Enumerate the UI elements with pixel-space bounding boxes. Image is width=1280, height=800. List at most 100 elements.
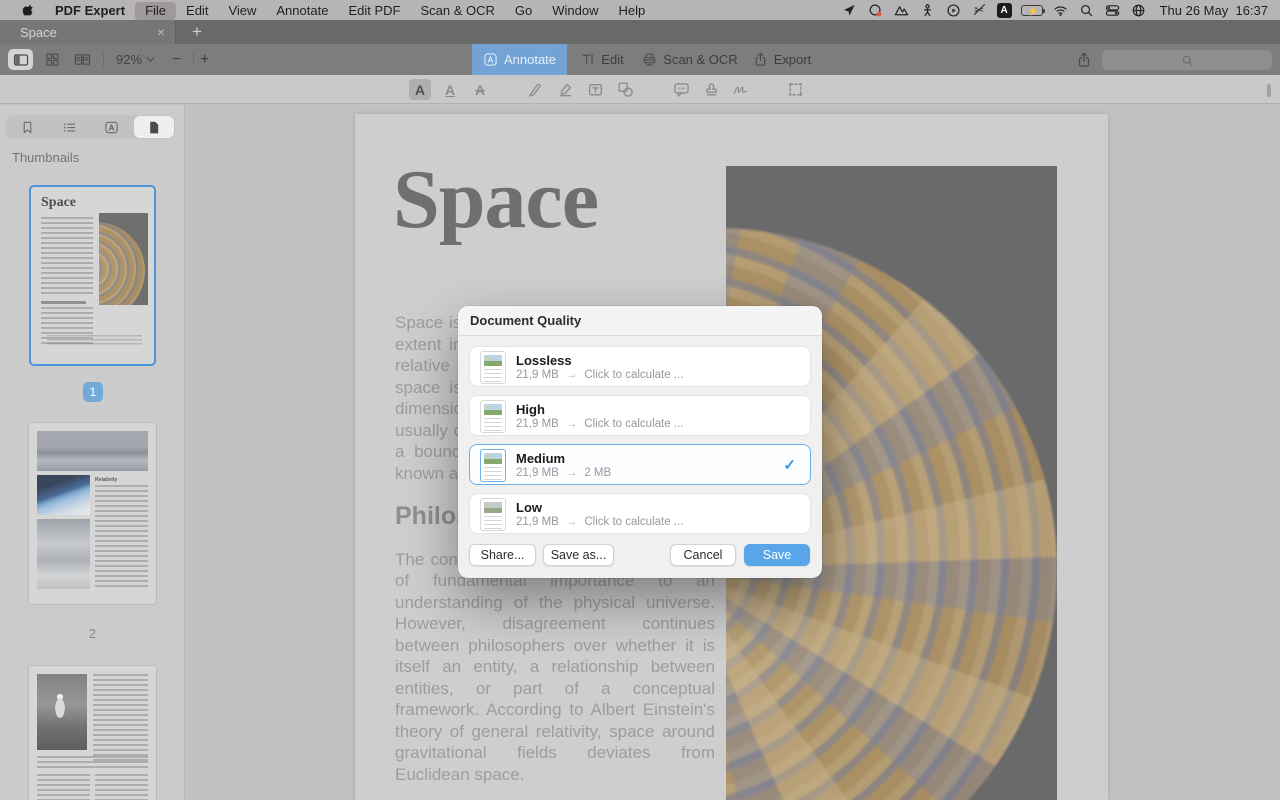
globe-icon[interactable] — [1130, 2, 1147, 19]
figure-icon[interactable] — [919, 2, 936, 19]
play-circle-icon[interactable] — [945, 2, 962, 19]
page-thumbnail-2[interactable]: Relativity — [29, 423, 156, 604]
stamp-tool[interactable] — [700, 79, 722, 100]
option-result[interactable]: Click to calculate ... — [584, 516, 683, 528]
menu-item-go[interactable]: Go — [505, 0, 542, 20]
tab-export[interactable]: Export — [746, 44, 818, 75]
thumb1-title: Space — [41, 195, 76, 210]
sidebar-tab-bookmarks[interactable] — [7, 116, 47, 138]
share-dialog-button[interactable]: Share... — [469, 544, 536, 566]
thumb2-text-lines — [95, 485, 148, 589]
option-name: Low — [516, 500, 542, 515]
option-result[interactable]: Click to calculate ... — [584, 418, 683, 430]
thumb2-heading: Relativity — [95, 477, 118, 483]
option-size: 21,9 MB — [516, 516, 559, 528]
marker-pen-tool[interactable] — [524, 79, 546, 100]
document-tab[interactable]: Space × — [0, 20, 176, 44]
arrow-right-icon: → — [565, 369, 578, 381]
menu-clock[interactable]: Thu 26 May 16:37 — [1160, 3, 1268, 18]
page-thumbnail-3[interactable] — [29, 666, 156, 800]
quality-option-low[interactable]: Low 21,9 MB → Click to calculate ... ✓ — [469, 493, 811, 534]
sidebar-tab-thumbnails[interactable] — [133, 116, 174, 138]
option-name: High — [516, 402, 545, 417]
thumb3-text-lines — [37, 756, 148, 768]
signature-tool[interactable] — [730, 79, 752, 100]
thumb1-planet-image — [99, 213, 148, 305]
option-size: 21,9 MB — [516, 418, 559, 430]
screen-mirroring-icon[interactable] — [867, 2, 884, 19]
thumb2-mountain-image — [37, 431, 148, 471]
tab-close-icon[interactable]: × — [157, 24, 165, 40]
share-button[interactable] — [1072, 48, 1096, 71]
menu-item-annotate[interactable]: Annotate — [266, 0, 338, 20]
highlight-text-tool[interactable]: A — [409, 79, 431, 100]
mountains-icon[interactable] — [893, 2, 910, 19]
sidebar-segmented-control — [6, 115, 175, 139]
screen: PDF Expert File Edit View Annotate Edit … — [0, 0, 1280, 800]
page-view-button[interactable] — [70, 49, 94, 70]
grid-view-button[interactable] — [42, 49, 63, 70]
menu-item-view[interactable]: View — [218, 0, 266, 20]
menu-app-name[interactable]: PDF Expert — [45, 0, 135, 20]
input-source-icon[interactable]: A — [996, 2, 1012, 18]
zoom-out-button[interactable]: − — [172, 44, 181, 75]
arrow-right-icon: → — [565, 467, 578, 479]
document-preview-icon — [480, 351, 506, 384]
sidebar-tab-annotations[interactable] — [92, 116, 132, 138]
thumb1-heading-line — [41, 301, 86, 304]
scissors-muted-icon[interactable]: ✂ — [971, 2, 988, 19]
menu-item-edit[interactable]: Edit — [176, 0, 218, 20]
menu-item-window[interactable]: Window — [542, 0, 608, 20]
option-name: Lossless — [516, 353, 572, 368]
save-button[interactable]: Save — [744, 544, 810, 566]
tab-edit[interactable]: Edit — [567, 44, 637, 75]
page-thumbnail-1[interactable]: Space — [29, 185, 156, 366]
save-as-button[interactable]: Save as... — [543, 544, 614, 566]
thumbnails-sidebar: Thumbnails Space 1 Relativity 2 — [0, 105, 185, 800]
sidebar-toggle-button[interactable] — [8, 49, 33, 70]
zoom-in-button[interactable]: + — [200, 44, 209, 75]
wifi-icon[interactable] — [1052, 2, 1069, 19]
sidebar-tab-outline[interactable] — [49, 116, 89, 138]
comment-tool[interactable] — [670, 79, 692, 100]
dialog-buttons: Share... Save as... Cancel Save — [458, 544, 822, 566]
text-box-tool[interactable] — [584, 79, 606, 100]
menu-item-file[interactable]: File — [135, 1, 177, 20]
strikethrough-text-tool[interactable]: A — [469, 79, 491, 100]
menu-item-edit-pdf[interactable]: Edit PDF — [338, 0, 410, 20]
thumb2-clouds-image — [37, 519, 90, 589]
spotlight-icon[interactable] — [1078, 2, 1095, 19]
quality-option-high[interactable]: High 21,9 MB → Click to calculate ... ✓ — [469, 395, 811, 436]
tab-scan-ocr[interactable]: Scan & OCR — [642, 44, 738, 75]
panel-title: Thumbnails — [12, 150, 80, 165]
thumb3-text-lines — [95, 774, 148, 800]
menu-item-help[interactable]: Help — [608, 0, 655, 20]
document-preview-icon — [480, 498, 506, 531]
control-center-icon[interactable] — [1104, 2, 1121, 19]
new-tab-button[interactable]: + — [184, 20, 210, 44]
option-sizes: 21,9 MB → Click to calculate ... — [516, 369, 683, 381]
menu-item-scan-ocr[interactable]: Scan & OCR — [410, 0, 504, 20]
scrollbar-thumb[interactable] — [1267, 84, 1271, 97]
underline-text-tool[interactable]: A — [439, 79, 461, 100]
page-number-2: 2 — [88, 626, 97, 641]
tab-export-label: Export — [773, 52, 812, 67]
tab-annotate[interactable]: Annotate — [472, 44, 567, 75]
location-icon[interactable] — [841, 2, 858, 19]
option-result: 2 MB — [584, 467, 612, 479]
eraser-tool[interactable] — [554, 79, 576, 100]
selection-tool[interactable] — [784, 79, 806, 100]
cancel-button[interactable]: Cancel — [670, 544, 736, 566]
dialog-title: Document Quality — [458, 306, 822, 336]
zoom-level-control[interactable]: 92% — [116, 44, 155, 75]
option-size: 21,9 MB — [516, 467, 559, 479]
shapes-tool[interactable] — [614, 79, 636, 100]
zoom-level-value: 92% — [116, 52, 143, 67]
quality-option-lossless[interactable]: Lossless 21,9 MB → Click to calculate ..… — [469, 346, 811, 387]
apple-menu-icon[interactable] — [12, 0, 45, 20]
quality-option-medium[interactable]: Medium 21,9 MB → 2 MB ✓ — [469, 444, 811, 485]
option-result[interactable]: Click to calculate ... — [584, 369, 683, 381]
search-input[interactable] — [1102, 50, 1272, 70]
battery-icon[interactable]: ⚡ — [1020, 4, 1045, 16]
menu-bar: PDF Expert File Edit View Annotate Edit … — [0, 0, 1280, 20]
